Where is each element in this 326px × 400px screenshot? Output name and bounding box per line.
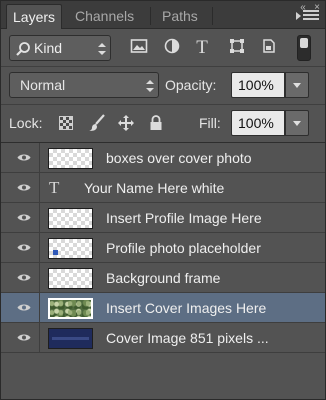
search-icon (15, 41, 31, 57)
blend-mode-value: Normal (20, 77, 66, 93)
adjustment-filter-icon[interactable] (162, 38, 182, 58)
type-filter-icon[interactable]: T (192, 38, 212, 58)
chevron-updown-icon (146, 80, 154, 92)
layer-name[interactable]: Background frame (106, 270, 220, 286)
tab-paths[interactable]: Paths (156, 4, 204, 29)
filter-kind-label: Kind (34, 40, 63, 56)
layer-name[interactable]: Your Name Here white (84, 180, 224, 196)
fill-label: Fill: (199, 115, 221, 131)
fill-dropdown-button[interactable] (285, 110, 309, 136)
layer-row[interactable]: Insert Profile Image Here (1, 203, 325, 233)
layer-row[interactable]: T Your Name Here white (1, 173, 325, 203)
layer-thumbnail (48, 268, 93, 289)
layer-row[interactable]: Profile photo placeholder (1, 233, 325, 263)
filter-kind-select[interactable]: Kind (9, 35, 111, 61)
filter-toggle-switch[interactable] (297, 35, 311, 61)
smart-object-filter-icon[interactable] (259, 38, 279, 58)
tab-layers[interactable]: Layers (6, 4, 63, 29)
layer-name[interactable]: Insert Cover Images Here (106, 300, 266, 316)
divider (1, 104, 325, 105)
lock-all-icon[interactable] (147, 114, 165, 132)
panel-tab-bar: Layers Channels Paths « × (1, 1, 325, 29)
blend-mode-select[interactable]: Normal (9, 72, 159, 98)
divider (1, 66, 325, 67)
image-filter-icon[interactable] (129, 38, 149, 58)
eye-visibility-icon[interactable] (17, 333, 31, 342)
layer-name[interactable]: Cover Image 851 pixels ... (106, 330, 269, 346)
layer-thumbnail (48, 148, 93, 169)
layer-name[interactable]: Insert Profile Image Here (106, 210, 262, 226)
tab-channels[interactable]: Channels (69, 4, 140, 29)
opacity-field[interactable]: 100% (231, 72, 285, 98)
chevron-updown-icon (98, 43, 106, 55)
layer-row-selected[interactable]: Insert Cover Images Here (1, 293, 325, 323)
eye-visibility-icon[interactable] (17, 213, 31, 222)
lock-position-move-icon[interactable] (117, 114, 135, 132)
chevron-down-icon (293, 121, 301, 126)
layers-panel: Layers Channels Paths « × Kind T Normal … (0, 0, 326, 400)
lock-label: Lock: (9, 115, 43, 131)
layer-row[interactable]: Cover Image 851 pixels ... (1, 323, 325, 353)
profile-placeholder-mark (53, 250, 58, 255)
eye-visibility-icon[interactable] (17, 273, 31, 282)
layer-thumbnail (48, 298, 93, 319)
tab-separator (212, 7, 213, 25)
layer-name[interactable]: Profile photo placeholder (106, 240, 261, 256)
tab-separator (150, 7, 151, 25)
layer-row[interactable]: boxes over cover photo (1, 143, 325, 173)
chevron-down-icon (293, 83, 301, 88)
eye-visibility-icon[interactable] (17, 153, 31, 162)
layer-thumbnail (48, 238, 93, 259)
opacity-dropdown-button[interactable] (285, 72, 309, 98)
type-layer-icon: T (49, 178, 60, 197)
shape-filter-icon[interactable] (227, 38, 247, 58)
panel-menu-icon[interactable] (296, 10, 319, 22)
opacity-label: Opacity: (165, 77, 217, 93)
layer-filter-row: Kind T (1, 30, 325, 66)
lock-transparent-pixels-icon[interactable] (59, 116, 73, 130)
layer-row[interactable]: Background frame (1, 263, 325, 293)
eye-visibility-icon[interactable] (17, 303, 31, 312)
layer-name[interactable]: boxes over cover photo (106, 150, 252, 166)
eye-visibility-icon[interactable] (17, 183, 31, 192)
fill-field[interactable]: 100% (231, 110, 285, 136)
layer-thumbnail (48, 328, 93, 349)
layer-thumbnail (48, 208, 93, 229)
eye-visibility-icon[interactable] (17, 243, 31, 252)
lock-image-pixels-brush-icon[interactable] (88, 114, 106, 132)
